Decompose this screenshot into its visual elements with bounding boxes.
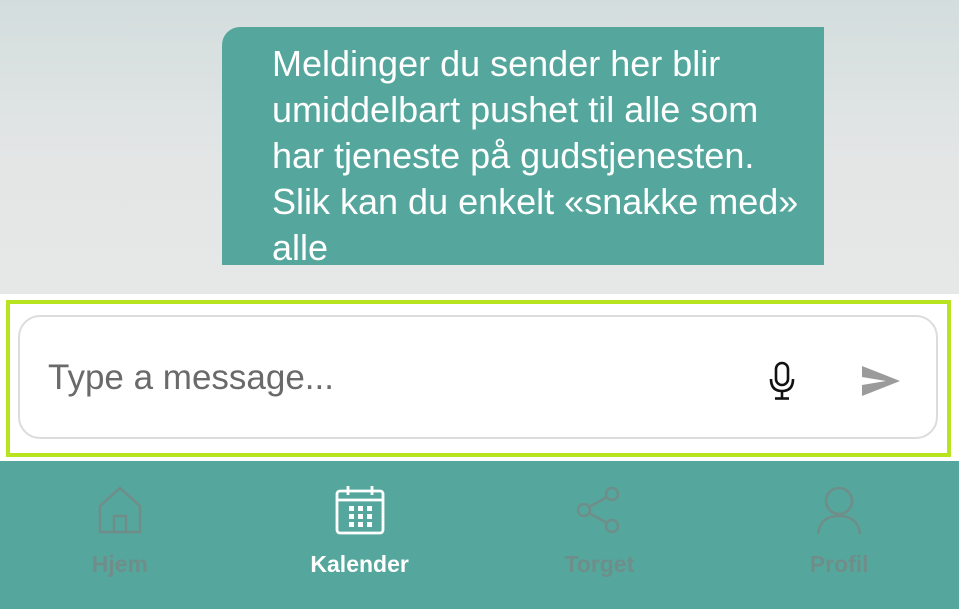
chat-area: Meldinger du sender her blir umiddelbart… <box>0 0 959 294</box>
message-input[interactable] <box>48 355 728 401</box>
share-icon <box>572 483 626 537</box>
tab-label-torget: Torget <box>564 551 635 577</box>
bottom-tab-bar: Hjem Kalender Torget Profil <box>0 461 959 609</box>
tab-hjem[interactable]: Hjem <box>0 461 240 609</box>
message-text: Meldinger du sender her blir umiddelbart… <box>272 43 799 265</box>
user-icon <box>812 483 866 537</box>
message-composer <box>18 315 938 439</box>
composer-highlight <box>6 300 951 457</box>
message-bubble: Meldinger du sender her blir umiddelbart… <box>222 27 824 265</box>
microphone-button[interactable] <box>762 359 802 403</box>
send-icon <box>862 366 900 396</box>
calendar-icon <box>333 483 387 537</box>
send-button[interactable] <box>856 359 906 403</box>
tab-profil[interactable]: Profil <box>719 461 959 609</box>
tab-label-kalender: Kalender <box>310 551 409 577</box>
tab-torget[interactable]: Torget <box>480 461 720 609</box>
tab-kalender[interactable]: Kalender <box>240 461 480 609</box>
tab-label-profil: Profil <box>809 551 869 577</box>
home-icon <box>93 483 147 537</box>
microphone-icon <box>769 361 795 400</box>
tab-label-hjem: Hjem <box>91 551 148 577</box>
